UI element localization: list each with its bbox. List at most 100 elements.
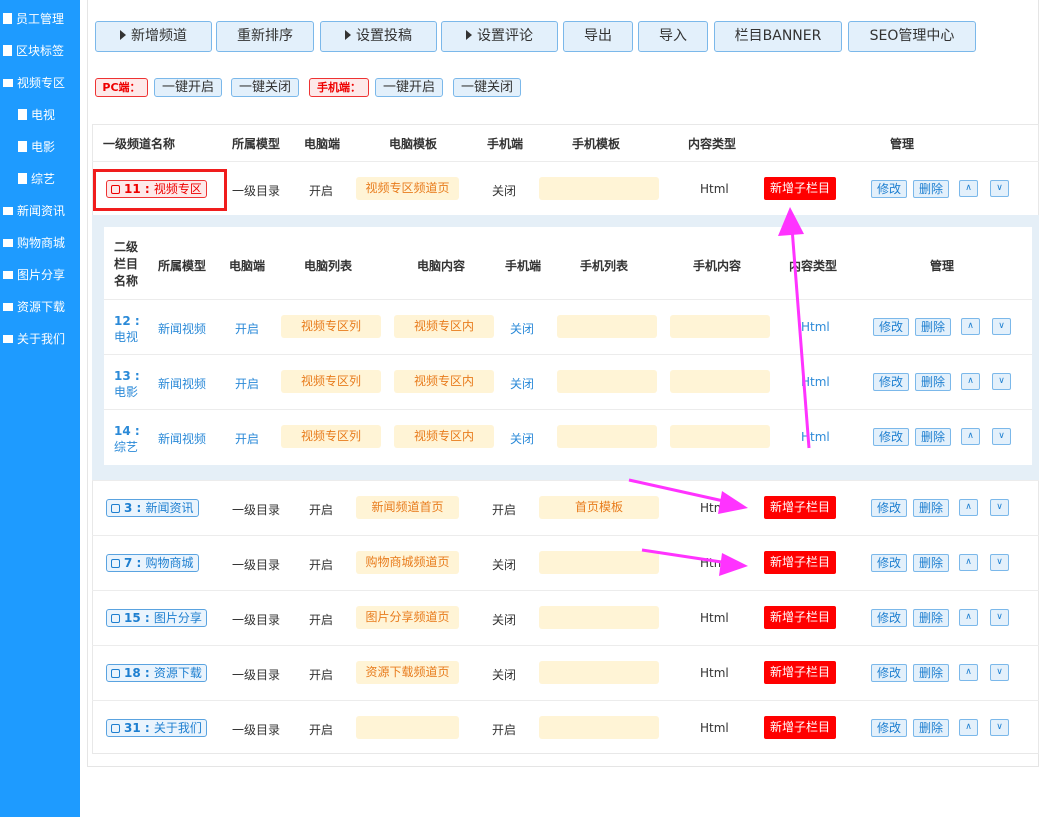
pc-status[interactable]: 开启: [309, 501, 333, 518]
import-button[interactable]: 导入: [638, 21, 708, 52]
delete-button[interactable]: 删除: [913, 554, 949, 572]
sidebar-item-tv[interactable]: 电视: [18, 105, 55, 125]
edit-button[interactable]: 修改: [871, 609, 907, 627]
move-up-button[interactable]: ∧: [959, 180, 978, 197]
add-subchannel-button[interactable]: 新增子栏目: [764, 177, 836, 200]
mobile-content-template[interactable]: [670, 425, 770, 448]
pc-template[interactable]: 图片分享频道页: [356, 606, 459, 629]
edit-button[interactable]: 修改: [871, 664, 907, 682]
channel-tag[interactable]: 31 : 关于我们: [106, 719, 207, 737]
sidebar-item-movie[interactable]: 电影: [18, 137, 55, 157]
delete-button[interactable]: 删除: [913, 180, 949, 198]
move-up-button[interactable]: ∧: [961, 428, 980, 445]
mobile-enable-all-button[interactable]: 一键开启: [375, 78, 443, 97]
move-down-button[interactable]: ∨: [990, 180, 1009, 197]
sidebar-item-images[interactable]: 图片分享: [3, 265, 65, 285]
mobile-content-template[interactable]: [670, 315, 770, 338]
delete-button[interactable]: 删除: [913, 609, 949, 627]
mobile-status[interactable]: 关闭: [492, 611, 516, 628]
pc-content-template[interactable]: 视频专区内: [394, 425, 494, 448]
delete-button[interactable]: 删除: [913, 499, 949, 517]
mobile-list-template[interactable]: [557, 370, 657, 393]
mobile-list-template[interactable]: [557, 425, 657, 448]
pc-disable-all-button[interactable]: 一键关闭: [231, 78, 299, 97]
edit-button[interactable]: 修改: [871, 499, 907, 517]
banner-button[interactable]: 栏目BANNER: [714, 21, 842, 52]
move-up-button[interactable]: ∧: [959, 499, 978, 516]
pc-list-template[interactable]: 视频专区列: [281, 425, 381, 448]
mobile-list-template[interactable]: [557, 315, 657, 338]
channel-tag[interactable]: 7 : 购物商城: [106, 554, 199, 572]
channel-tag[interactable]: 3 : 新闻资讯: [106, 499, 199, 517]
edit-button[interactable]: 修改: [873, 373, 909, 391]
move-down-button[interactable]: ∨: [990, 719, 1009, 736]
pc-list-template[interactable]: 视频专区列: [281, 370, 381, 393]
add-subchannel-button[interactable]: 新增子栏目: [764, 716, 836, 739]
add-channel-button[interactable]: 新增频道: [95, 21, 212, 52]
reorder-button[interactable]: 重新排序: [216, 21, 314, 52]
mobile-status[interactable]: 关闭: [492, 556, 516, 573]
move-up-button[interactable]: ∧: [959, 609, 978, 626]
export-button[interactable]: 导出: [563, 21, 633, 52]
pc-status[interactable]: 开启: [309, 611, 333, 628]
pc-content-template[interactable]: 视频专区内: [394, 315, 494, 338]
delete-button[interactable]: 删除: [913, 664, 949, 682]
pc-status[interactable]: 开启: [309, 556, 333, 573]
pc-enable-all-button[interactable]: 一键开启: [154, 78, 222, 97]
mobile-content-template[interactable]: [670, 370, 770, 393]
edit-button[interactable]: 修改: [873, 428, 909, 446]
edit-button[interactable]: 修改: [871, 180, 907, 198]
delete-button[interactable]: 删除: [913, 719, 949, 737]
move-down-button[interactable]: ∨: [990, 554, 1009, 571]
channel-tag[interactable]: 18 : 资源下载: [106, 664, 207, 682]
edit-button[interactable]: 修改: [871, 554, 907, 572]
mobile-status[interactable]: 关闭: [510, 430, 534, 447]
channel-tag[interactable]: 15 : 图片分享: [106, 609, 207, 627]
add-subchannel-button[interactable]: 新增子栏目: [764, 551, 836, 574]
pc-status[interactable]: 开启: [235, 375, 259, 392]
pc-template[interactable]: 资源下载频道页: [356, 661, 459, 684]
sub-channel-name[interactable]: 14 : 综艺: [114, 423, 140, 455]
mobile-status[interactable]: 开启: [492, 501, 516, 518]
move-up-button[interactable]: ∧: [959, 719, 978, 736]
mobile-disable-all-button[interactable]: 一键关闭: [453, 78, 521, 97]
move-up-button[interactable]: ∧: [961, 318, 980, 335]
pc-template[interactable]: 视频专区频道页: [356, 177, 459, 200]
move-up-button[interactable]: ∧: [961, 373, 980, 390]
move-down-button[interactable]: ∨: [990, 664, 1009, 681]
mobile-status[interactable]: 关闭: [492, 666, 516, 683]
sub-channel-name[interactable]: 12 : 电视: [114, 313, 140, 345]
pc-template[interactable]: 新闻频道首页: [356, 496, 459, 519]
move-down-button[interactable]: ∨: [992, 428, 1011, 445]
move-down-button[interactable]: ∨: [992, 373, 1011, 390]
mobile-template[interactable]: 首页模板: [539, 496, 659, 519]
sidebar-item-block-tags[interactable]: 区块标签: [3, 41, 64, 61]
move-down-button[interactable]: ∨: [990, 609, 1009, 626]
mobile-status[interactable]: 开启: [492, 721, 516, 738]
mobile-template[interactable]: [539, 551, 659, 574]
mobile-template[interactable]: [539, 606, 659, 629]
pc-status[interactable]: 开启: [235, 430, 259, 447]
sidebar-item-staff[interactable]: 员工管理: [3, 9, 64, 29]
mobile-template[interactable]: [539, 661, 659, 684]
add-subchannel-button[interactable]: 新增子栏目: [764, 606, 836, 629]
add-subchannel-button[interactable]: 新增子栏目: [764, 496, 836, 519]
mobile-status[interactable]: 关闭: [492, 182, 516, 199]
move-down-button[interactable]: ∨: [990, 499, 1009, 516]
sidebar-item-variety[interactable]: 综艺: [18, 169, 55, 189]
mobile-status[interactable]: 关闭: [510, 375, 534, 392]
pc-status[interactable]: 开启: [309, 666, 333, 683]
move-up-button[interactable]: ∧: [959, 664, 978, 681]
pc-content-template[interactable]: 视频专区内: [394, 370, 494, 393]
pc-status[interactable]: 开启: [309, 182, 333, 199]
submit-settings-button[interactable]: 设置投稿: [320, 21, 437, 52]
pc-status[interactable]: 开启: [309, 721, 333, 738]
move-up-button[interactable]: ∧: [959, 554, 978, 571]
sidebar-item-about[interactable]: 关于我们: [3, 329, 65, 349]
sidebar-item-shop[interactable]: 购物商城: [3, 233, 65, 253]
sidebar-item-video[interactable]: 视频专区: [3, 73, 65, 93]
pc-template[interactable]: [356, 716, 459, 739]
pc-status[interactable]: 开启: [235, 320, 259, 337]
sidebar-item-downloads[interactable]: 资源下载: [3, 297, 65, 317]
pc-list-template[interactable]: 视频专区列: [281, 315, 381, 338]
